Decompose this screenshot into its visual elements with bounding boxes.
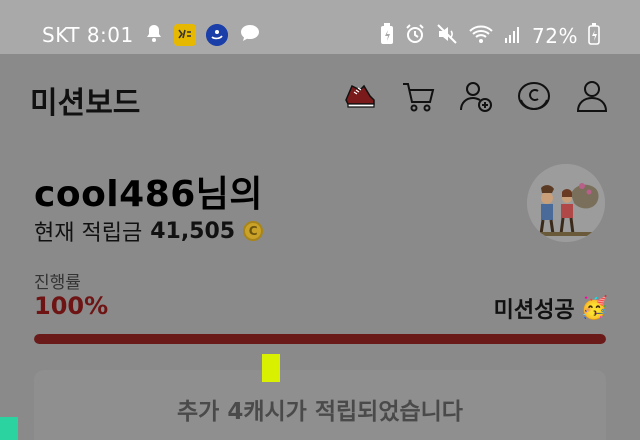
party-face-icon: 🥳 bbox=[580, 295, 608, 321]
wifi-icon bbox=[468, 23, 494, 49]
progress-label: 진행률 bbox=[34, 273, 81, 293]
highlight-marker bbox=[262, 354, 280, 382]
sneaker-icon[interactable] bbox=[342, 78, 378, 114]
app-bar-actions bbox=[342, 78, 610, 114]
status-bar-right: 72% bbox=[380, 23, 600, 49]
balance-row: 현재 적립금 41,505 C bbox=[34, 215, 264, 247]
cart-icon[interactable] bbox=[400, 78, 436, 114]
avatar[interactable] bbox=[527, 164, 605, 242]
super-sol-icon bbox=[205, 24, 228, 46]
progress-bar bbox=[34, 334, 606, 344]
add-friend-icon[interactable] bbox=[458, 78, 494, 114]
progress-percent: 100% bbox=[34, 292, 109, 320]
bell-icon bbox=[144, 23, 164, 47]
alarm-icon bbox=[404, 23, 426, 49]
kb-app-icon bbox=[173, 24, 196, 46]
signal-icon bbox=[504, 24, 522, 48]
profile-icon[interactable] bbox=[574, 78, 610, 114]
side-marker bbox=[0, 417, 18, 440]
status-bar: SKT 8:01 72% bbox=[0, 0, 640, 54]
balance-value: 41,505 bbox=[150, 218, 236, 244]
carrier-time: SKT 8:01 bbox=[42, 23, 134, 47]
battery-percent: 72% bbox=[532, 24, 578, 48]
mission-status-text: 미션성공 bbox=[493, 298, 575, 323]
status-bar-left: SKT 8:01 bbox=[42, 23, 262, 47]
balance-label: 현재 적립금 bbox=[34, 221, 143, 246]
user-greeting: cool486님의 bbox=[34, 174, 264, 215]
mission-status: 미션성공 🥳 bbox=[494, 292, 608, 324]
notice-message: 추가 4캐시가 적립되었습니다 bbox=[177, 399, 463, 425]
page-title: 미션보드 bbox=[30, 86, 141, 121]
coin-icon: C bbox=[243, 221, 264, 241]
battery-icon bbox=[588, 23, 600, 49]
battery-saver-icon bbox=[380, 23, 394, 49]
mute-icon bbox=[436, 23, 458, 49]
cash-icon[interactable] bbox=[516, 78, 552, 114]
progress-bar-fill bbox=[34, 334, 606, 344]
chat-icon bbox=[238, 23, 262, 47]
